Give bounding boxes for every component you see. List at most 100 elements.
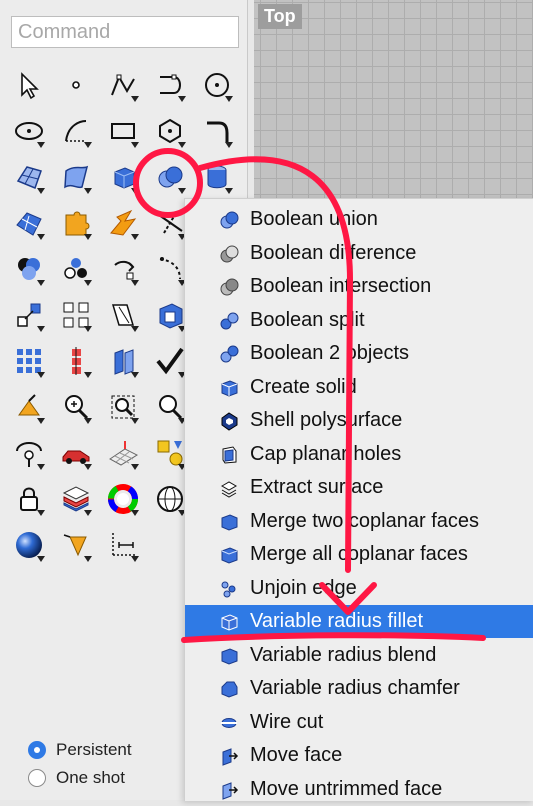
radio-one-shot[interactable]	[28, 769, 46, 787]
gumball-tool-button[interactable]	[5, 384, 52, 430]
repeat-options: Persistent One shot	[28, 736, 132, 792]
flyout-triangle-icon	[37, 326, 45, 332]
rectangle-tool-button[interactable]	[99, 108, 146, 154]
menu-item-boolean-intersection[interactable]: Boolean intersection	[185, 270, 533, 303]
flyout-triangle-icon	[178, 188, 186, 194]
menu-item-boolean-union[interactable]: Boolean union	[185, 203, 533, 236]
perspective-grid-tool-button[interactable]	[99, 430, 146, 476]
flyout-triangle-icon	[178, 96, 186, 102]
flyout-triangle-icon	[37, 142, 45, 148]
rotate-tool-button[interactable]	[99, 246, 146, 292]
menu-item-label: Merge all coplanar faces	[250, 543, 468, 565]
menu-item-wire-cut[interactable]: Wire cut	[185, 706, 533, 739]
flyout-triangle-icon	[131, 188, 139, 194]
variable-radius-fillet-icon	[221, 614, 238, 631]
rotate-view-tool-button[interactable]	[5, 430, 52, 476]
menu-item-boolean-split[interactable]: Boolean split	[185, 304, 533, 337]
surface-from-points-tool-button[interactable]	[5, 154, 52, 200]
menu-item-boolean-difference[interactable]: Boolean difference	[185, 237, 533, 270]
menu-item-cap-planar-holes[interactable]: Cap planar holes	[185, 438, 533, 471]
puzzle-join-tool-button[interactable]	[52, 200, 99, 246]
menu-item-variable-radius-blend[interactable]: Variable radius blend	[185, 639, 533, 672]
boolean-union-tool-tool-button[interactable]	[146, 154, 193, 200]
command-input[interactable]	[11, 16, 239, 48]
menu-item-move-untrimmed-face[interactable]: Move untrimmed face	[185, 773, 533, 806]
polyline-tool-button[interactable]	[99, 62, 146, 108]
surface-network-tool-button[interactable]	[5, 200, 52, 246]
flyout-triangle-icon	[37, 418, 45, 424]
menu-item-merge-two-coplanar-faces[interactable]: Merge two coplanar faces	[185, 505, 533, 538]
menu-item-shell-polysurface[interactable]: Shell polysurface	[185, 404, 533, 437]
wire-cut-icon	[221, 717, 237, 728]
flyout-triangle-icon	[225, 188, 233, 194]
option-persistent[interactable]: Persistent	[28, 736, 132, 764]
group-objects-tool-button[interactable]	[52, 246, 99, 292]
boolean-intersection-icon	[220, 278, 239, 296]
box-solid-tool-button[interactable]	[99, 154, 146, 200]
menu-item-label: Merge two coplanar faces	[250, 509, 480, 532]
curve-tool-button[interactable]	[146, 62, 193, 108]
menu-item-label: Extract surface	[250, 476, 384, 498]
menu-item-move-face[interactable]: Move face	[185, 739, 533, 772]
grid-array-tool-button[interactable]	[5, 338, 52, 384]
radio-persistent[interactable]	[28, 741, 46, 759]
menu-item-label: Create solid	[250, 375, 357, 398]
extract-surface-icon	[220, 481, 238, 498]
circle-tool-button[interactable]	[193, 62, 240, 108]
zoom-window-tool-button[interactable]	[99, 384, 146, 430]
layer-material-tool-button[interactable]	[52, 476, 99, 522]
menu-item-unjoin-edge[interactable]: Unjoin edge	[185, 572, 533, 605]
light-tool-button[interactable]	[52, 522, 99, 568]
layout-grid-tool-button[interactable]	[52, 292, 99, 338]
flyout-triangle-icon	[84, 556, 92, 562]
menu-item-merge-all-coplanar-faces[interactable]: Merge all coplanar faces	[185, 538, 533, 571]
car-tool-button[interactable]	[52, 430, 99, 476]
menu-item-boolean-2-objects[interactable]: Boolean 2 objects	[185, 337, 533, 370]
merge-two-faces-icon	[221, 513, 238, 531]
mirror-flat-tool-button[interactable]	[99, 292, 146, 338]
fillet-curve-tool-button[interactable]	[193, 108, 240, 154]
boolean-union-icon	[220, 211, 239, 229]
render-sphere-tool-button[interactable]	[5, 522, 52, 568]
polygon-tool-button[interactable]	[146, 108, 193, 154]
viewport-label[interactable]: Top	[258, 4, 302, 29]
menu-item-label: Variable radius chamfer	[250, 677, 460, 699]
flyout-triangle-icon	[131, 96, 139, 102]
menu-item-extract-surface[interactable]: Extract surface	[185, 471, 533, 504]
menu-item-variable-radius-chamfer[interactable]: Variable radius chamfer	[185, 672, 533, 705]
flat-panels-tool-button[interactable]	[99, 338, 146, 384]
cylinder-tool-button[interactable]	[193, 154, 240, 200]
flyout-triangle-icon	[84, 464, 92, 470]
flyout-triangle-icon	[131, 510, 139, 516]
explode-tool-button[interactable]	[99, 200, 146, 246]
solid-tools-flyout-menu: Boolean union Boolean difference Boolean i…	[184, 198, 533, 801]
menu-item-variable-radius-fillet[interactable]: Variable radius fillet	[185, 605, 533, 638]
lock-tool-button[interactable]	[5, 476, 52, 522]
create-solid-icon	[221, 379, 238, 397]
flyout-triangle-icon	[131, 556, 139, 562]
menu-item-create-solid[interactable]: Create solid	[185, 371, 533, 404]
dimension-tool-button[interactable]	[99, 522, 146, 568]
flyout-triangle-icon	[225, 142, 233, 148]
move-face-icon	[222, 748, 239, 766]
ellipse-tool-button[interactable]	[5, 108, 52, 154]
option-one-shot[interactable]: One shot	[28, 764, 132, 792]
transform-scale-tool-button[interactable]	[5, 292, 52, 338]
menu-item-label: Wire cut	[250, 710, 324, 733]
loft-surface-tool-button[interactable]	[52, 154, 99, 200]
flyout-triangle-icon	[131, 234, 139, 240]
flyout-triangle-icon	[84, 142, 92, 148]
variable-radius-blend-icon	[221, 647, 238, 665]
align-tool-button[interactable]	[52, 338, 99, 384]
zoom-plus-tool-button[interactable]	[52, 384, 99, 430]
menu-item-label: Variable radius blend	[250, 643, 437, 666]
group-circles-tool-button[interactable]	[5, 246, 52, 292]
flyout-triangle-icon	[84, 280, 92, 286]
arc-tool-button[interactable]	[52, 108, 99, 154]
point-tool-button[interactable]	[52, 62, 99, 108]
color-wheel-tool-button[interactable]	[99, 476, 146, 522]
flyout-triangle-icon	[84, 188, 92, 194]
arrow-select-tool-button[interactable]	[5, 62, 52, 108]
menu-item-label: Move untrimmed face	[250, 777, 443, 800]
boolean-split-icon	[220, 312, 239, 329]
